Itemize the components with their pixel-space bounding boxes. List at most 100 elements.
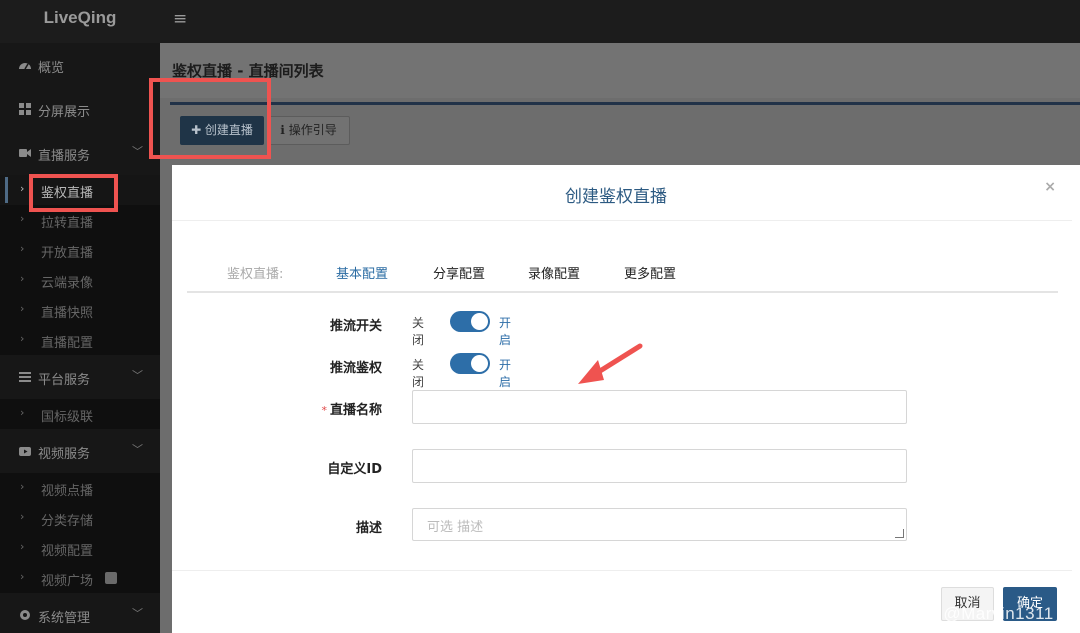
create-auth-live-dialog: 创建鉴权直播 × 鉴权直播: 基本配置 分享配置 录像配置 更多配置 推流开关 …: [172, 165, 1072, 633]
sidebar-item-video-service[interactable]: 视频服务 ﹀: [0, 429, 160, 473]
sidebar-subitem-label: 分类存储: [41, 514, 94, 529]
external-link-icon: [105, 572, 117, 584]
chevron-down-icon: ﹀: [132, 369, 143, 382]
toggle-knob: [471, 355, 488, 372]
sidebar-subitem-live-config[interactable]: › 直播配置: [0, 325, 160, 355]
content-header: 鉴权直播 - 直播间列表: [160, 43, 1080, 98]
sidebar-subitem-category-storage[interactable]: › 分类存储: [0, 503, 160, 533]
sidebar-subitem-video-square[interactable]: › 视频广场: [0, 563, 160, 593]
arrow-annotation-icon: [578, 343, 643, 384]
sidebar-item-label: 概览: [38, 61, 65, 76]
sidebar-subitem-label: 国标级联: [41, 410, 94, 425]
guide-button-label: 操作引导: [288, 123, 337, 137]
chevron-down-icon: ﹀: [132, 145, 143, 158]
chevron-right-icon: ›: [20, 272, 25, 285]
sidebar-item-label: 直播服务: [38, 149, 91, 164]
description-label: 描述: [355, 521, 382, 536]
chevron-right-icon: ›: [20, 540, 25, 553]
sidebar-subitem-label: 直播配置: [41, 336, 94, 351]
sidebar-subitem-label: 云端录像: [41, 276, 94, 291]
divider: [170, 102, 1080, 105]
chevron-right-icon: ›: [20, 182, 25, 195]
video-camera-icon: [19, 149, 31, 157]
hamburger-icon[interactable]: ≡: [173, 9, 187, 29]
live-name-input[interactable]: [413, 391, 906, 423]
toggle-off-label: 关闭: [412, 358, 425, 389]
toggle-on-label: 开启: [499, 358, 512, 389]
highlight-box-create: [149, 78, 271, 159]
sidebar: 概览 分屏展示 直播服务 ﹀ › 鉴权直播 › 拉转直播 › 开放直播 › 云端…: [0, 43, 160, 633]
divider: [172, 570, 1072, 571]
sidebar-subitem-label: 视频点播: [41, 484, 94, 499]
sidebar-subitem-video-config[interactable]: › 视频配置: [0, 533, 160, 563]
close-icon[interactable]: ×: [1044, 179, 1056, 195]
chevron-down-icon: ﹀: [132, 443, 143, 456]
toggle-off-label: 关闭: [412, 316, 425, 347]
push-auth-toggle[interactable]: [450, 353, 490, 374]
required-marker: *: [321, 404, 327, 417]
guide-button[interactable]: ℹ 操作引导: [267, 116, 350, 145]
divider: [172, 220, 1072, 221]
custom-id-input[interactable]: [413, 450, 906, 482]
server-icon: [19, 372, 31, 382]
chevron-right-icon: ›: [20, 570, 25, 583]
sidebar-subitem-live-snapshot[interactable]: › 直播快照: [0, 295, 160, 325]
sidebar-item-split-screen[interactable]: 分屏展示: [0, 87, 160, 131]
table-edge: [1072, 165, 1080, 633]
youtube-icon: [19, 447, 31, 456]
tab-more-config[interactable]: 更多配置: [624, 263, 676, 282]
dashboard-icon: [19, 63, 31, 70]
dialog-title: 创建鉴权直播: [565, 187, 667, 207]
live-name-label-text: 直播名称: [329, 403, 382, 418]
watermark: CSDN @Marvin1311: [888, 604, 1054, 623]
highlight-box-sidebar: [29, 174, 118, 212]
chevron-right-icon: ›: [20, 212, 25, 225]
sidebar-item-label: 系统管理: [38, 611, 91, 626]
sidebar-item-label: 视频服务: [38, 447, 91, 462]
push-switch-label: 推流开关: [329, 319, 382, 334]
grid-icon: [19, 103, 31, 115]
chevron-right-icon: ›: [20, 510, 25, 523]
resize-handle-icon[interactable]: [895, 529, 904, 538]
sidebar-subitem-vod[interactable]: › 视频点播: [0, 473, 160, 503]
description-field[interactable]: [412, 508, 907, 541]
toggle-knob: [471, 313, 488, 330]
toggle-on-label: 开启: [499, 316, 512, 347]
tab-share-config[interactable]: 分享配置: [433, 263, 485, 282]
sidebar-subitem-open-live[interactable]: › 开放直播: [0, 235, 160, 265]
chevron-right-icon: ›: [20, 242, 25, 255]
custom-id-field[interactable]: [412, 449, 907, 483]
sidebar-subitem-cloud-record[interactable]: › 云端录像: [0, 265, 160, 295]
push-switch-toggle[interactable]: [450, 311, 490, 332]
sidebar-subitem-label: 开放直播: [41, 246, 94, 261]
chevron-right-icon: ›: [20, 332, 25, 345]
custom-id-label: 自定义ID: [327, 462, 382, 477]
push-auth-label: 推流鉴权: [329, 361, 382, 376]
sidebar-item-overview[interactable]: 概览: [0, 43, 160, 87]
live-name-field[interactable]: [412, 390, 907, 424]
brand-logo[interactable]: LiveQing: [0, 0, 160, 43]
tab-prefix: 鉴权直播:: [227, 267, 284, 282]
sidebar-subitem-label: 视频配置: [41, 544, 94, 559]
top-bar: LiveQing ≡: [0, 0, 1080, 43]
gear-icon: [20, 610, 30, 620]
sidebar-item-label: 平台服务: [38, 373, 91, 388]
tab-record-config[interactable]: 录像配置: [528, 263, 580, 282]
sidebar-item-live-service[interactable]: 直播服务 ﹀: [0, 131, 160, 175]
sidebar-item-platform-service[interactable]: 平台服务 ﹀: [0, 355, 160, 399]
live-name-label: * 直播名称: [262, 399, 382, 418]
sidebar-item-label: 分屏展示: [38, 105, 91, 120]
chevron-right-icon: ›: [20, 406, 25, 419]
tab-bar: 鉴权直播: 基本配置 分享配置 录像配置 更多配置: [187, 263, 1058, 293]
chevron-right-icon: ›: [20, 302, 25, 315]
chevron-right-icon: ›: [20, 480, 25, 493]
chevron-down-icon: ﹀: [132, 607, 143, 620]
tab-basic-config[interactable]: 基本配置: [336, 263, 388, 282]
info-icon: ℹ: [280, 123, 285, 137]
sidebar-item-system[interactable]: 系统管理 ﹀: [0, 593, 160, 633]
sidebar-subitem-label: 拉转直播: [41, 216, 94, 231]
sidebar-subitem-label: 视频广场: [41, 574, 94, 589]
sidebar-subitem-label: 直播快照: [41, 306, 94, 321]
description-textarea[interactable]: [413, 509, 906, 540]
sidebar-subitem-gb-cascade[interactable]: › 国标级联: [0, 399, 160, 429]
